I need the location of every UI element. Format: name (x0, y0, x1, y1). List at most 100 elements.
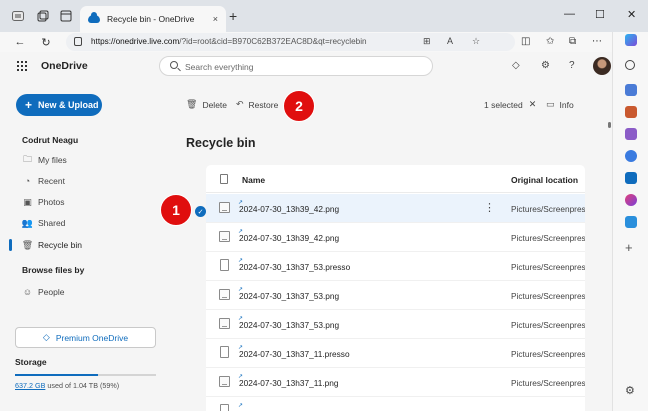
games-icon[interactable] (625, 128, 637, 140)
sidebar-item-label: My files (38, 155, 67, 165)
collections-icon[interactable]: ⧉ (569, 36, 576, 47)
refresh-icon[interactable]: ↻ (38, 34, 54, 50)
file-type-icon (220, 174, 228, 184)
address-bar[interactable]: https://onedrive.live.com/?id=root&cid=B… (66, 33, 515, 51)
column-original-location[interactable]: Original location (511, 175, 578, 185)
copilot-icon[interactable] (625, 34, 637, 46)
microsoft-365-icon[interactable] (625, 150, 637, 162)
designer-icon[interactable] (625, 194, 637, 206)
premium-diamond-icon[interactable]: ◇ (512, 60, 520, 71)
shopping-icon[interactable] (625, 84, 637, 96)
table-row[interactable]: ↗ 2024-07-30_13h37_53.png Pictures/Screenp… (206, 281, 585, 310)
app-name[interactable]: OneDrive (41, 60, 88, 72)
onedrive-page: OneDrive Search everything ◇ ⚙ ? + New &… (0, 52, 612, 411)
browser-toolbar: ← ↻ https://onedrive.live.com/?id=root&c… (0, 32, 612, 52)
image-file-icon (219, 202, 230, 213)
selection-status: 1 selected ✕ (484, 99, 536, 110)
maximize-button[interactable]: ☐ (595, 8, 605, 21)
delete-button[interactable]: 🗑 Delete (186, 99, 227, 110)
close-window-button[interactable]: ✕ (627, 8, 636, 21)
avatar[interactable] (593, 57, 611, 75)
app-available-icon[interactable]: ⊞ (423, 36, 431, 47)
restore-label: Restore (248, 99, 279, 110)
storage-used-link[interactable]: 637.2 GB (15, 381, 45, 390)
table-row[interactable]: ↗ (206, 397, 585, 411)
settings-gear-icon[interactable]: ⚙ (541, 60, 550, 71)
image-file-icon (219, 376, 230, 387)
sidebar-item-recent[interactable]: ◔ Recent (22, 174, 65, 188)
info-label: Info (559, 99, 574, 110)
table-row[interactable]: ↗ 2024-07-30_13h37_11.png Pictures/Screenp… (206, 368, 585, 397)
file-name[interactable]: 2024-07-30_13h37_53.png (239, 320, 339, 330)
sidebar-item-recycle-bin[interactable]: 🗑 Recycle bin (22, 238, 82, 252)
profile-icon[interactable] (11, 9, 25, 23)
page-title: Recycle bin (186, 136, 256, 150)
tools-icon[interactable] (625, 106, 637, 118)
file-name[interactable]: 2024-07-30_13h37_53.png (239, 291, 339, 301)
more-actions-icon[interactable]: ⋮ (484, 201, 495, 214)
folder-icon: 🗀 (22, 154, 32, 164)
table-row[interactable]: ↗ 2024-07-30_13h37_53.png Pictures/Screenp… (206, 310, 585, 339)
image-file-icon (219, 318, 230, 329)
clear-selection-icon[interactable]: ✕ (529, 99, 537, 110)
file-name[interactable]: 2024-07-30_13h37_11.png (239, 378, 339, 388)
sidebar-item-label: Photos (38, 197, 65, 207)
info-button[interactable]: ▭ Info (546, 99, 574, 110)
file-list: Name Original location ↗ 2024-07-30_13h39… (206, 165, 585, 411)
document-file-icon (220, 259, 229, 271)
document-file-icon (220, 404, 229, 411)
sidebar-item-my-files[interactable]: 🗀 My files (22, 153, 67, 167)
sidebar-item-label: People (38, 287, 65, 297)
restore-button[interactable]: ↶ Restore (236, 99, 278, 110)
search-input[interactable]: Search everything (159, 56, 433, 76)
table-row[interactable]: ↗ 2024-07-30_13h39_42.png Pictures/Screenp… (206, 223, 585, 252)
split-screen-icon[interactable]: ◫ (521, 36, 530, 47)
favorite-star-icon[interactable]: ☆ (472, 36, 480, 47)
file-name[interactable]: 2024-07-30_13h39_42.png (239, 233, 339, 243)
active-tab[interactable]: Recycle bin - OneDrive × (80, 6, 226, 32)
page-scrollbar[interactable] (608, 122, 611, 128)
sidebar-item-people[interactable]: ☺ People (22, 285, 65, 299)
table-row[interactable]: ↗ 2024-07-30_13h37_11.presso Pictures/Scre… (206, 339, 585, 368)
image-file-icon (219, 231, 230, 242)
outlook-icon[interactable] (625, 172, 637, 184)
sidebar-search-icon[interactable] (625, 60, 635, 70)
table-row[interactable]: ↗ 2024-07-30_13h39_42.png ⋮ Pictures/Screen… (206, 194, 585, 223)
column-name[interactable]: Name (242, 175, 265, 185)
premium-onedrive-button[interactable]: ◇ Premium OneDrive (15, 327, 156, 348)
row-checkmark-icon[interactable]: ✓ (195, 206, 206, 217)
image-icon: ▣ (23, 196, 32, 207)
back-icon[interactable]: ← (12, 34, 28, 50)
app-launcher-icon[interactable] (17, 61, 27, 71)
minimize-button[interactable]: — (564, 8, 575, 20)
more-menu-icon[interactable]: ⋯ (592, 36, 602, 47)
tab-actions-icon[interactable] (59, 9, 73, 23)
plus-icon: + (25, 98, 33, 112)
add-sidebar-app-icon[interactable]: + (625, 240, 633, 255)
sidebar-item-shared[interactable]: 👥 Shared (21, 216, 66, 230)
help-icon[interactable]: ? (569, 60, 575, 71)
tab-close-icon[interactable]: × (213, 14, 218, 24)
new-upload-button[interactable]: + New & Upload (16, 94, 102, 116)
restore-icon: ↶ (236, 99, 244, 109)
people-icon: 👥 (21, 217, 34, 228)
drop-icon[interactable] (625, 216, 637, 228)
favorites-icon[interactable]: ✩ (546, 36, 554, 47)
storage-used-text: 637.2 GB used of 1.04 TB (59%) (15, 381, 120, 390)
file-location: Pictures/Screenpresso (511, 378, 585, 388)
person-icon: ☺ (22, 287, 33, 297)
file-name[interactable]: 2024-07-30_13h37_11.presso (239, 349, 350, 359)
file-location: Pictures/Screenpresso (511, 349, 585, 359)
file-name[interactable]: 2024-07-30_13h39_42.png (239, 204, 339, 214)
search-icon (170, 61, 178, 69)
sidebar-item-photos[interactable]: ▣ Photos (22, 195, 64, 209)
sidebar-settings-icon[interactable]: ⚙ (625, 384, 635, 397)
file-location: Pictures/Screenpresso (511, 320, 585, 330)
table-row[interactable]: ↗ 2024-07-30_13h37_53.presso Pictures/Scre… (206, 252, 585, 281)
file-name[interactable]: 2024-07-30_13h37_53.presso (239, 262, 350, 272)
read-aloud-icon[interactable]: A (447, 36, 453, 46)
workspaces-icon[interactable] (36, 9, 50, 23)
edge-sidebar: + ⚙ (612, 32, 648, 411)
new-tab-button[interactable]: + (229, 9, 237, 23)
callout-1: 1 (160, 194, 192, 226)
